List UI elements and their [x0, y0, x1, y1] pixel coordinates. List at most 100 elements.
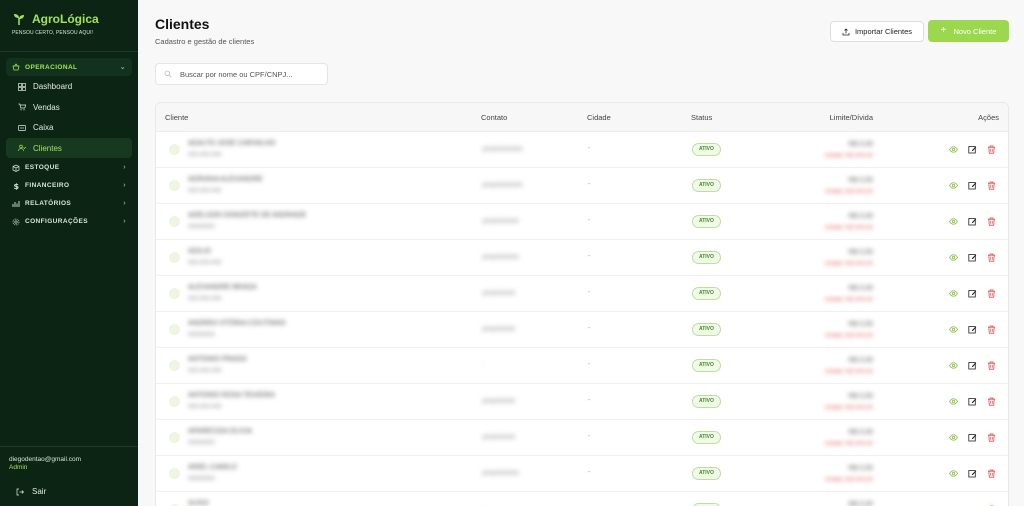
edit-icon[interactable]: [968, 253, 977, 262]
column-header-limit: Limite/Dívida: [829, 113, 873, 122]
client-document: 000.000.000: [188, 188, 222, 194]
edit-icon[interactable]: [968, 289, 977, 298]
client-document: 00000000: [188, 224, 215, 230]
table-row[interactable]: ANTONIO PRADO 000.000.000 - - ATIVO R$ 0…: [156, 348, 1008, 384]
edit-icon[interactable]: [968, 433, 977, 442]
status-badge: ATIVO: [692, 395, 721, 408]
table-row[interactable]: ANDREA VITÓRIA COUTINHO 00000000 (00)000…: [156, 312, 1008, 348]
table-row[interactable]: ADILIO 000.000.000 (00)0000000 - ATIVO R…: [156, 240, 1008, 276]
view-eye-icon[interactable]: [949, 397, 958, 406]
status-badge: ATIVO: [692, 143, 721, 156]
edit-icon[interactable]: [968, 469, 977, 478]
table-row[interactable]: ADALTO JOSE CARVALHO 000.000.000 (00)000…: [156, 132, 1008, 168]
logout-button[interactable]: Sair: [9, 487, 129, 496]
view-eye-icon[interactable]: [949, 469, 958, 478]
view-eye-icon[interactable]: [949, 289, 958, 298]
sidebar-section-financeiro[interactable]: $ FINANCEIRO ›: [6, 177, 132, 195]
sidebar-item-clientes[interactable]: Clientes: [6, 138, 132, 158]
view-eye-icon[interactable]: [949, 181, 958, 190]
delete-trash-icon[interactable]: [987, 325, 996, 334]
view-eye-icon[interactable]: [949, 325, 958, 334]
cart-icon: [18, 103, 26, 111]
delete-trash-icon[interactable]: [987, 145, 996, 154]
user-email: diegodentao@gmail.com: [9, 456, 82, 463]
client-debt: Dívida: R$ 000,00: [824, 477, 873, 483]
row-actions: [949, 469, 996, 478]
sidebar-item-vendas[interactable]: Vendas: [6, 97, 132, 117]
edit-icon[interactable]: [968, 217, 977, 226]
client-document: 000.000.000: [188, 296, 222, 302]
edit-icon[interactable]: [968, 361, 977, 370]
column-header-actions: Ações: [978, 113, 999, 122]
table-row[interactable]: APARECIDA OLIVIA 00000000 (00)000000 - A…: [156, 420, 1008, 456]
sidebar-item-caixa[interactable]: Caixa: [6, 118, 132, 138]
table-row[interactable]: ADELSON DONIZETE DE ANDRADE 00000000 (00…: [156, 204, 1008, 240]
table-row[interactable]: ALEXANDRE BRAGA 000.000.000 (00)000000 -…: [156, 276, 1008, 312]
client-contact: (00)000000: [482, 326, 516, 333]
client-limit: R$ 0,00: [848, 393, 873, 400]
new-client-button[interactable]: + Novo Cliente: [928, 20, 1009, 42]
delete-trash-icon[interactable]: [987, 289, 996, 298]
client-city: -: [588, 325, 591, 332]
view-eye-icon[interactable]: [949, 361, 958, 370]
view-eye-icon[interactable]: [949, 217, 958, 226]
sprout-logo-icon: [12, 12, 26, 26]
delete-trash-icon[interactable]: [987, 397, 996, 406]
user-role: Admin: [9, 464, 28, 471]
client-document: 000.000.000: [188, 260, 222, 266]
row-actions: [949, 361, 996, 370]
client-contact: (00)00000000: [482, 146, 523, 153]
client-document: 00000000: [188, 332, 215, 338]
client-debt: Dívida: R$ 000,00: [824, 369, 873, 375]
client-debt: Dívida: R$ 000,00: [824, 405, 873, 411]
client-avatar: [169, 432, 180, 443]
delete-trash-icon[interactable]: [987, 433, 996, 442]
edit-icon[interactable]: [968, 145, 977, 154]
client-document: 000.000.000: [188, 368, 222, 374]
sidebar-section-operacional[interactable]: OPERACIONAL ⌄: [6, 58, 132, 76]
table-body: ADALTO JOSE CARVALHO 000.000.000 (00)000…: [156, 132, 1008, 506]
status-badge: ATIVO: [692, 179, 721, 192]
client-city: -: [588, 253, 591, 260]
client-limit: R$ 0,00: [848, 141, 873, 148]
client-name: ADILIO: [188, 248, 211, 255]
delete-trash-icon[interactable]: [987, 469, 996, 478]
sidebar-section-relatorios[interactable]: RELATÓRIOS ›: [6, 195, 132, 213]
bars-icon: [12, 200, 20, 208]
edit-icon[interactable]: [968, 397, 977, 406]
edit-icon[interactable]: [968, 181, 977, 190]
status-badge: ATIVO: [692, 467, 721, 480]
client-avatar: [169, 252, 180, 263]
client-city: -: [588, 145, 591, 152]
delete-trash-icon[interactable]: [987, 361, 996, 370]
delete-trash-icon[interactable]: [987, 181, 996, 190]
search-input[interactable]: [180, 69, 320, 79]
sidebar-item-dashboard[interactable]: Dashboard: [6, 77, 132, 97]
table-row[interactable]: ARIEL CAMILO 00000000 (00)0000000 - ATIV…: [156, 456, 1008, 492]
sidebar-section-estoque[interactable]: ESTOQUE ›: [6, 159, 132, 177]
client-debt: Dívida: R$ 000,00: [824, 333, 873, 339]
client-avatar: [169, 468, 180, 479]
sidebar-section-configuracoes[interactable]: CONFIGURAÇÕES ›: [6, 213, 132, 231]
dollar-icon: $: [12, 182, 20, 190]
client-limit: R$ 0,00: [848, 249, 873, 256]
client-city: -: [588, 397, 591, 404]
client-name: ADRIANA ALEXANDRE: [188, 176, 263, 183]
view-eye-icon[interactable]: [949, 145, 958, 154]
delete-trash-icon[interactable]: [987, 253, 996, 262]
column-header-client: Cliente: [165, 113, 189, 122]
view-eye-icon[interactable]: [949, 253, 958, 262]
delete-trash-icon[interactable]: [987, 217, 996, 226]
search-box: [155, 63, 328, 85]
table-row[interactable]: AUGO 000.000.000 - - ATIVO R$ 0,00 Dívid…: [156, 492, 1008, 506]
client-name: APARECIDA OLIVIA: [188, 428, 253, 435]
table-row[interactable]: ADRIANA ALEXANDRE 000.000.000 (00)000000…: [156, 168, 1008, 204]
page-title: Clientes: [155, 16, 210, 32]
view-eye-icon[interactable]: [949, 433, 958, 442]
edit-icon[interactable]: [968, 325, 977, 334]
client-name: ADELSON DONIZETE DE ANDRADE: [188, 212, 307, 219]
table-row[interactable]: ANTONIO ROSA TEIXEIRA 000.000.000 (00)00…: [156, 384, 1008, 420]
gear-icon: [12, 218, 20, 226]
import-clients-button[interactable]: Importar Clientes: [830, 21, 924, 42]
client-debt: Dívida: R$ 000,00: [824, 297, 873, 303]
